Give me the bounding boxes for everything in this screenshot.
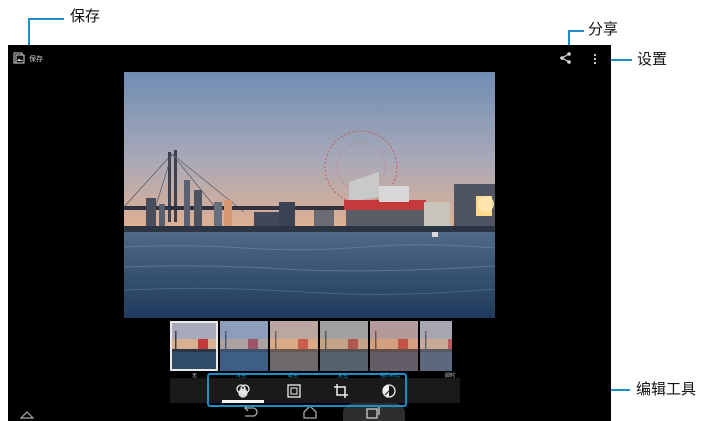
save-icon[interactable] (13, 51, 25, 64)
edit-tools-callout: 编辑工具 (636, 380, 697, 398)
photo-preview (124, 72, 495, 318)
thumb-vintage[interactable] (320, 321, 368, 371)
share-icon[interactable] (559, 51, 573, 65)
edit-tools-highlight-box (207, 373, 407, 407)
save-label[interactable]: 保存 (29, 54, 43, 64)
filter-thumbnail-strip (170, 321, 452, 371)
thumb-cool[interactable] (220, 321, 268, 371)
back-icon[interactable] (242, 404, 258, 421)
share-callout: 分享 (588, 20, 619, 38)
thumb-none[interactable] (170, 321, 218, 371)
recent-apps-icon[interactable] (365, 405, 381, 421)
up-arrow-icon[interactable] (19, 407, 35, 421)
settings-callout-line (608, 59, 632, 61)
thumb-instant[interactable] (420, 321, 452, 371)
save-callout: 保存 (70, 7, 101, 25)
device-screen: 保存 无 冷色 暖色 复古 强烈对比 即时 (8, 45, 611, 421)
settings-callout: 设置 (637, 50, 668, 68)
home-icon[interactable] (302, 405, 318, 421)
share-callout-line-h (568, 30, 584, 32)
save-callout-line-h (28, 18, 64, 20)
overflow-menu-icon[interactable] (592, 52, 598, 66)
save-callout-line-v (28, 20, 30, 48)
thumb-warm[interactable] (270, 321, 318, 371)
thumb-contrast[interactable] (370, 321, 418, 371)
